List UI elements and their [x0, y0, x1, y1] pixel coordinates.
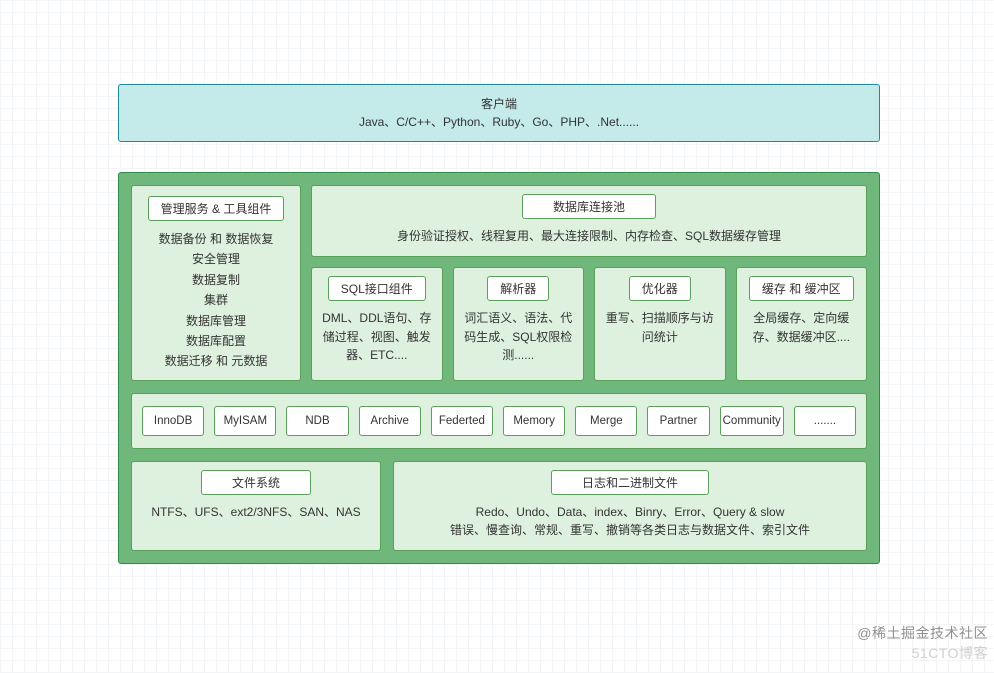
components-row: SQL接口组件 DML、DDL语句、存储过程、视图、触发器、ETC.... 解析…	[311, 267, 867, 381]
engine-item: Federted	[431, 406, 493, 436]
client-title: 客户端	[135, 95, 863, 113]
engines-row: InnoDB MyISAM NDB Archive Federted Memor…	[131, 393, 867, 449]
filesystem-body: NTFS、UFS、ext2/3NFS、SAN、NAS	[142, 503, 370, 522]
logs-block: 日志和二进制文件 Redo、Undo、Data、index、Binry、Erro…	[393, 461, 867, 551]
component-title: 缓存 和 缓冲区	[749, 276, 854, 301]
mgmt-title: 管理服务 & 工具组件	[148, 196, 285, 221]
component-body: 全局缓存、定向缓存、数据缓冲区....	[743, 309, 861, 346]
logs-title: 日志和二进制文件	[551, 470, 709, 495]
engine-item: .......	[794, 406, 856, 436]
mgmt-line: 数据库管理	[138, 311, 294, 331]
engine-item: Memory	[503, 406, 565, 436]
component-body: 词汇语义、语法、代码生成、SQL权限检测......	[460, 309, 578, 365]
engine-item: MyISAM	[214, 406, 276, 436]
pool-title: 数据库连接池	[522, 194, 656, 219]
logs-line1: Redo、Undo、Data、index、Binry、Error、Query &…	[404, 503, 856, 522]
mgmt-body: 数据备份 和 数据恢复 安全管理 数据复制 集群 数据库管理 数据库配置 数据迁…	[138, 229, 294, 372]
engine-item: Community	[720, 406, 784, 436]
client-block: 客户端 Java、C/C++、Python、Ruby、Go、PHP、.Net..…	[118, 84, 880, 142]
watermark-1: @稀土掘金技术社区	[857, 623, 988, 643]
optimizer-block: 优化器 重写、扫描顺序与访问统计	[594, 267, 726, 381]
client-body: Java、C/C++、Python、Ruby、Go、PHP、.Net......	[135, 113, 863, 131]
engine-item: Partner	[647, 406, 709, 436]
component-title: 解析器	[487, 276, 549, 301]
engine-item: NDB	[286, 406, 348, 436]
logs-body: Redo、Undo、Data、index、Binry、Error、Query &…	[404, 503, 856, 540]
filesystem-title: 文件系统	[201, 470, 311, 495]
engine-item: Archive	[359, 406, 421, 436]
bottom-row: 文件系统 NTFS、UFS、ext2/3NFS、SAN、NAS 日志和二进制文件…	[131, 461, 867, 551]
parser-block: 解析器 词汇语义、语法、代码生成、SQL权限检测......	[453, 267, 585, 381]
engine-item: InnoDB	[142, 406, 204, 436]
pool-body: 身份验证授权、线程复用、最大连接限制、内存检查、SQL数据缓存管理	[322, 227, 856, 246]
logs-line2: 错误、慢查询、常规、重写、撤销等各类日志与数据文件、索引文件	[404, 521, 856, 540]
filesystem-block: 文件系统 NTFS、UFS、ext2/3NFS、SAN、NAS	[131, 461, 381, 551]
component-body: DML、DDL语句、存储过程、视图、触发器、ETC....	[318, 309, 436, 365]
engine-item: Merge	[575, 406, 637, 436]
cache-block: 缓存 和 缓冲区 全局缓存、定向缓存、数据缓冲区....	[736, 267, 868, 381]
mgmt-line: 数据复制	[138, 270, 294, 290]
server-block: 管理服务 & 工具组件 数据备份 和 数据恢复 安全管理 数据复制 集群 数据库…	[118, 172, 880, 564]
component-title: 优化器	[629, 276, 691, 301]
mgmt-line: 数据库配置	[138, 331, 294, 351]
pool-block: 数据库连接池 身份验证授权、线程复用、最大连接限制、内存检查、SQL数据缓存管理	[311, 185, 867, 257]
mgmt-line: 安全管理	[138, 249, 294, 269]
mgmt-block: 管理服务 & 工具组件 数据备份 和 数据恢复 安全管理 数据复制 集群 数据库…	[131, 185, 301, 381]
sql-interface-block: SQL接口组件 DML、DDL语句、存储过程、视图、触发器、ETC....	[311, 267, 443, 381]
mgmt-line: 集群	[138, 290, 294, 310]
mgmt-line: 数据备份 和 数据恢复	[138, 229, 294, 249]
component-title: SQL接口组件	[328, 276, 426, 301]
diagram-canvas: 客户端 Java、C/C++、Python、Ruby、Go、PHP、.Net..…	[118, 84, 880, 564]
server-right-stack: 数据库连接池 身份验证授权、线程复用、最大连接限制、内存检查、SQL数据缓存管理…	[311, 185, 867, 381]
component-body: 重写、扫描顺序与访问统计	[601, 309, 719, 346]
mgmt-line: 数据迁移 和 元数据	[138, 351, 294, 371]
watermark-2: 51CTO博客	[912, 643, 988, 663]
server-top-row: 管理服务 & 工具组件 数据备份 和 数据恢复 安全管理 数据复制 集群 数据库…	[131, 185, 867, 381]
